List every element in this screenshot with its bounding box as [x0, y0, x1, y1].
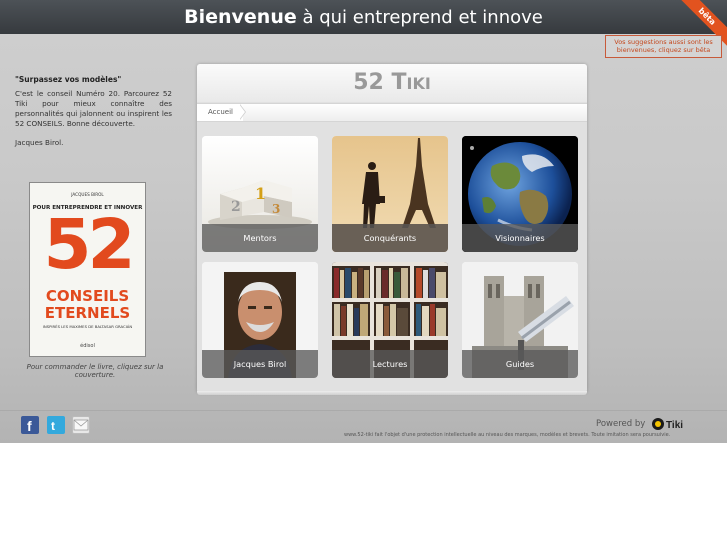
powered-by-label: Powered by [596, 419, 646, 429]
panel-title-smallcaps: IKI [406, 74, 431, 93]
tile-guides[interactable]: Guides [462, 262, 578, 378]
book-publisher: édisol [80, 343, 95, 349]
breadcrumb: Accueil [197, 103, 587, 122]
panel-title-main: 52 T [353, 70, 407, 95]
tile-caption[interactable]: Lectures [332, 350, 448, 378]
book-title-line2: ETERNELS [44, 304, 131, 322]
top-banner: Bienvenue à qui entreprend et innove [0, 0, 727, 34]
book-author: JACQUES BIROL [71, 192, 104, 197]
twitter-icon[interactable]: t [47, 416, 65, 434]
book-subtitle: INSPIRÉS LES MAXIMES DE BALTASAR GRACIÁN [42, 324, 133, 329]
svg-text:t: t [51, 419, 55, 433]
tiki-logo[interactable]: Tiki [651, 416, 711, 432]
panel-bottom-bar [197, 391, 587, 395]
tile-caption[interactable]: Jacques Birol [202, 350, 318, 378]
tile-conquerants[interactable]: Conquérants [332, 136, 448, 252]
welcome-title-rest: à qui entreprend et innove [302, 7, 543, 28]
intro-text: C'est le conseil Numéro 20. Parcourez 52… [15, 89, 172, 128]
welcome-title-bold: Bienvenue [184, 6, 297, 28]
tile-caption[interactable]: Conquérants [332, 224, 448, 252]
tile-caption[interactable]: Visionnaires [462, 224, 578, 252]
tiki-panel: 52 TIKI Accueil 2 1 3 Mentors Conquérant… [197, 64, 587, 393]
legal-notice: www.52-tiki fait l'objet d'une protectio… [344, 432, 671, 438]
book-number: 52 [43, 205, 135, 285]
intro-title: "Surpassez vos modèles" [15, 75, 122, 84]
panel-title: 52 TIKI [197, 64, 587, 102]
tiki-brand-text: Tiki [666, 420, 683, 431]
book-order-caption[interactable]: Pour commander le livre, cliquez sur la … [25, 363, 165, 379]
book-cover[interactable]: JACQUES BIROL POUR ENTREPRENDRE ET INNOV… [29, 182, 146, 357]
suggestion-box[interactable]: Vos suggestions aussi sont les bienvenue… [605, 35, 722, 58]
tile-jacques-birol[interactable]: Jacques Birol [202, 262, 318, 378]
intro-author: Jacques Birol. [15, 138, 64, 147]
book-title-line1: CONSEILS [45, 287, 130, 305]
svg-text:f: f [27, 418, 32, 434]
email-icon[interactable] [72, 416, 90, 434]
svg-text:3: 3 [272, 202, 280, 216]
tile-caption[interactable]: Mentors [202, 224, 318, 252]
svg-text:2: 2 [231, 199, 241, 215]
tile-visionnaires[interactable]: Visionnaires [462, 136, 578, 252]
facebook-icon[interactable]: f [21, 416, 39, 434]
tile-caption[interactable]: Guides [462, 350, 578, 378]
footer-divider [0, 410, 727, 411]
breadcrumb-arrow-fill [239, 104, 245, 120]
tile-lectures[interactable]: Lectures [332, 262, 448, 378]
breadcrumb-home[interactable]: Accueil [197, 104, 243, 121]
tile-mentors[interactable]: 2 1 3 Mentors [202, 136, 318, 252]
svg-text:1: 1 [255, 184, 266, 203]
